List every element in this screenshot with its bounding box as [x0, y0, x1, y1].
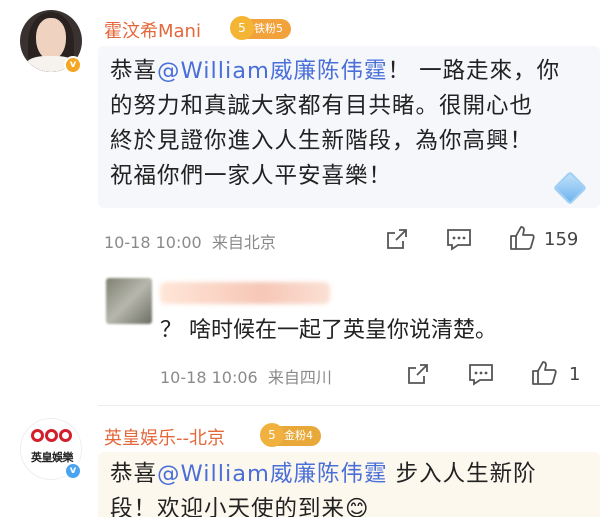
share-icon[interactable]	[406, 362, 430, 386]
share-icon[interactable]	[385, 227, 409, 251]
reply-meta: 10-18 10:06 来自四川	[160, 364, 332, 388]
like-count: 159	[544, 229, 579, 250]
fan-badge-icon: 5	[260, 423, 284, 447]
comment-bubble[interactable]: 恭喜@William威廉陈伟霆！ 一路走來，你 的努力和真誠大家都有目共睹。很開…	[98, 46, 600, 208]
verified-icon: v	[64, 462, 82, 480]
fan-badge-icon: 5	[230, 16, 254, 40]
username[interactable]: 英皇娱乐--北京	[104, 424, 225, 450]
like-icon[interactable]	[508, 224, 536, 252]
avatar-face	[36, 18, 66, 60]
mention-link[interactable]: @William威廉陈伟霆	[157, 58, 387, 84]
fan-badge[interactable]: 5 铁粉5	[230, 16, 291, 40]
blurred-avatar	[106, 278, 152, 324]
comment-text: 恭喜@William威廉陈伟霆！ 一路走來，你 的努力和真誠大家都有目共睹。很開…	[110, 58, 561, 189]
comment-icon[interactable]	[446, 227, 472, 251]
timestamp: 10-18 10:00	[104, 233, 202, 252]
like-icon[interactable]	[530, 359, 558, 387]
eee-logo-icon	[31, 429, 72, 442]
comment-meta: 10-18 10:00 来自北京	[104, 229, 276, 253]
timestamp: 10-18 10:06	[160, 368, 258, 387]
divider	[98, 405, 600, 406]
blurred-username	[160, 282, 330, 304]
username[interactable]: 霍汶希Mani	[104, 17, 201, 43]
comment-text: 恭喜@William威廉陈伟霆 步入人生新阶 段！欢迎小天使的到来😊	[110, 461, 537, 517]
comment-bubble[interactable]: 恭喜@William威廉陈伟霆 步入人生新阶 段！欢迎小天使的到来😊	[98, 452, 600, 517]
reply-text: ？ 啥时候在一起了英皇你说清楚。	[160, 318, 497, 343]
like-count: 1	[569, 364, 581, 385]
location: 来自四川	[267, 368, 332, 387]
fan-badge-label: 金粉4	[284, 429, 313, 442]
location: 来自北京	[211, 233, 276, 252]
comment-icon[interactable]	[468, 362, 494, 386]
verified-icon: v	[64, 56, 82, 74]
mention-link[interactable]: @William威廉陈伟霆	[157, 461, 387, 487]
fan-badge-label: 铁粉5	[254, 22, 283, 35]
fan-badge[interactable]: 5 金粉4	[260, 423, 321, 447]
